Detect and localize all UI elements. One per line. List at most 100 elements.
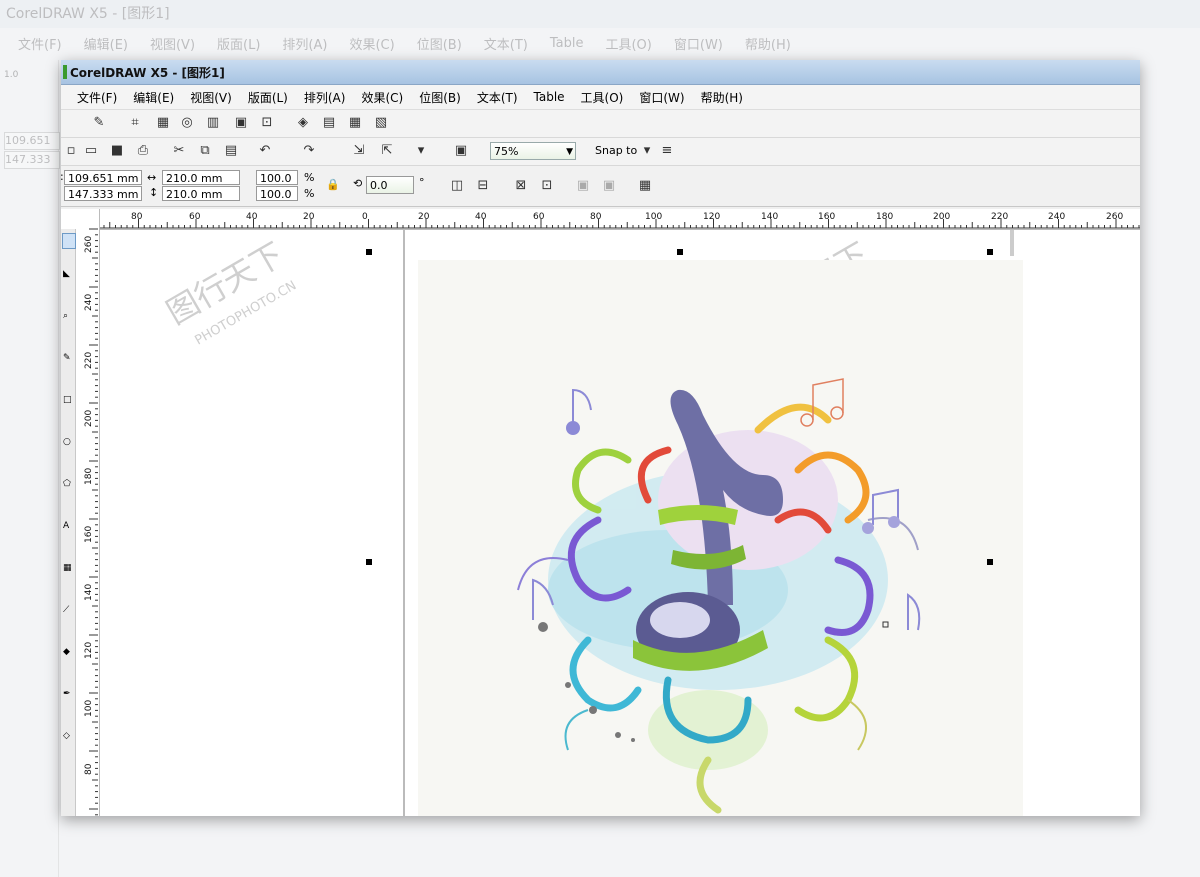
shapes-icon[interactable]: ◎ <box>179 115 195 131</box>
ruler-v-label: 120 <box>84 642 94 659</box>
barcode-alt-icon[interactable]: ▧ <box>373 115 389 131</box>
bg-menu-effects: 效果(C) <box>349 37 395 53</box>
barcode-icon[interactable]: ▦ <box>347 115 363 131</box>
menu-table[interactable]: Table <box>534 90 565 104</box>
photo-icon[interactable]: ▣ <box>233 115 249 131</box>
bg-left-panel: 1.0 109.651 147.333 <box>0 60 60 877</box>
rectangle-tool-icon[interactable]: □ <box>63 395 72 405</box>
selection-handle[interactable] <box>677 249 683 255</box>
x-position-field[interactable]: 109.651 mm <box>64 170 142 185</box>
grid-icon[interactable]: ▤ <box>321 115 337 131</box>
crop-icon[interactable]: ⌗ <box>127 115 143 131</box>
launcher-icon[interactable]: ▾ <box>413 143 429 159</box>
menu-text[interactable]: 文本(T) <box>477 89 518 106</box>
ruler-h-label: 20 <box>418 212 430 222</box>
ruler-h-label: 20 <box>303 212 315 222</box>
window-title: CorelDRAW X5 - [图形1] <box>70 65 225 80</box>
eyedropper-tool-icon[interactable]: ✒ <box>63 689 71 699</box>
node-icon[interactable]: ◈ <box>295 115 311 131</box>
ruler-v-label: 140 <box>84 584 94 601</box>
options-icon[interactable]: ≡ <box>659 143 675 159</box>
menu-help[interactable]: 帮助(H) <box>701 89 743 106</box>
open-folder-icon[interactable]: ▭ <box>83 143 99 159</box>
menu-bitmaps[interactable]: 位图(B) <box>419 89 461 106</box>
degree-label: ° <box>419 176 425 189</box>
rotation-field[interactable]: 0.0 <box>366 176 414 194</box>
scale-x-field[interactable]: 100.0 <box>256 170 298 185</box>
width-field[interactable]: 210.0 mm <box>162 170 240 185</box>
text-tool-icon[interactable]: A <box>63 521 69 531</box>
menu-tools[interactable]: 工具(O) <box>581 89 624 106</box>
zoom-tool-icon[interactable]: ⌕ <box>63 311 68 321</box>
outline-tool-icon[interactable]: ◇ <box>63 731 70 741</box>
menu-bar: 文件(F) 编辑(E) 视图(V) 版面(L) 排列(A) 效果(C) 位图(B… <box>61 85 1140 110</box>
redo-icon[interactable]: ↷ <box>301 143 317 159</box>
menu-edit[interactable]: 编辑(E) <box>133 89 174 106</box>
menu-layout[interactable]: 版面(L) <box>248 89 288 106</box>
align-icon[interactable]: ▦ <box>637 178 653 194</box>
ruler-v-label: 260 <box>84 236 94 253</box>
table-tool-icon[interactable]: ▦ <box>63 563 72 573</box>
snap-dropdown-icon[interactable]: ▾ <box>639 143 655 159</box>
save-icon[interactable]: ■ <box>109 143 125 159</box>
drawing-canvas[interactable]: 图行天下 PHOTOPHOTO.CN 图行天下 PHOTOPHOTO.CN <box>100 230 1140 816</box>
y-position-field[interactable]: 147.333 mm <box>64 186 142 201</box>
menu-arrange[interactable]: 排列(A) <box>304 89 346 106</box>
toolbox: ◣ ⌕ ✎ □ ○ ⬠ A ▦ ⟋ ◆ ✒ ◇ <box>61 229 76 816</box>
menu-window[interactable]: 窗口(W) <box>639 89 684 106</box>
cut-icon[interactable]: ✂ <box>171 143 187 159</box>
freehand-tool-icon[interactable]: ✎ <box>63 353 71 363</box>
mirror-vertical-icon[interactable]: ⊟ <box>475 178 491 194</box>
numbering-icon[interactable]: ▦ <box>155 115 171 131</box>
copy-icon[interactable]: ⧉ <box>197 143 213 159</box>
ruler-h-label: 60 <box>533 212 545 222</box>
polygon-tool-icon[interactable]: ⬠ <box>63 479 71 489</box>
import-icon[interactable]: ⇲ <box>351 143 367 159</box>
welcome-icon[interactable]: ▣ <box>453 143 469 159</box>
menu-view[interactable]: 视图(V) <box>190 89 232 106</box>
bg-version-tag: 1.0 <box>4 70 19 80</box>
snap-to-button[interactable]: Snap to <box>595 144 637 157</box>
bg-menu-bitmaps: 位图(B) <box>416 37 462 53</box>
height-field[interactable]: 210.0 mm <box>162 186 240 201</box>
selection-handle[interactable] <box>987 249 993 255</box>
ruler-h-label: 120 <box>703 212 720 222</box>
break-apart-icon[interactable]: ▣ <box>601 178 617 194</box>
bg-menu-tools: 工具(O) <box>605 37 652 53</box>
shape-tool-icon[interactable]: ◣ <box>63 269 70 279</box>
dimension-tool-icon[interactable]: ⟋ <box>63 605 69 615</box>
paste-icon[interactable]: ▤ <box>223 143 239 159</box>
property-bar: : 109.651 mm 147.333 mm ↔ ↕ 210.0 mm 210… <box>61 166 1140 207</box>
app-icon <box>63 65 67 79</box>
pick-tool-icon[interactable] <box>62 233 76 249</box>
to-front-icon[interactable]: ⊡ <box>539 178 555 194</box>
export-icon[interactable]: ⇱ <box>379 143 395 159</box>
scale-y-field[interactable]: 100.0 <box>256 186 298 201</box>
wrench-icon[interactable]: ✎ <box>91 115 107 131</box>
ruler-h-label: 40 <box>246 212 258 222</box>
ruler-h-label: 220 <box>991 212 1008 222</box>
music-note-artwork[interactable] <box>418 260 1023 816</box>
selection-handle[interactable] <box>366 559 372 565</box>
selection-handle[interactable] <box>987 559 993 565</box>
selection-handle[interactable] <box>366 249 372 255</box>
undo-icon[interactable]: ↶ <box>257 143 273 159</box>
print-icon[interactable]: ⎙ <box>135 143 151 159</box>
ruler-v-label: 240 <box>84 294 94 311</box>
zoom-value: 75% <box>494 145 519 158</box>
menu-effects[interactable]: 效果(C) <box>361 89 403 106</box>
lock-ratio-icon[interactable]: 🔒 <box>326 178 340 191</box>
zoom-select[interactable]: 75% ▼ <box>490 142 576 160</box>
ruler-v-label: 100 <box>84 700 94 717</box>
chart-icon[interactable]: ▥ <box>205 115 221 131</box>
ellipse-tool-icon[interactable]: ○ <box>63 437 71 447</box>
wrap-text-icon[interactable]: ⊠ <box>513 178 529 194</box>
mirror-horizontal-icon[interactable]: ◫ <box>449 178 465 194</box>
menu-file[interactable]: 文件(F) <box>77 89 117 106</box>
combine-icon[interactable]: ▣ <box>575 178 591 194</box>
bg-menubar: 文件(F) 编辑(E) 视图(V) 版面(L) 排列(A) 效果(C) 位图(B… <box>0 28 1200 58</box>
fill-tool-icon[interactable]: ◆ <box>63 647 70 657</box>
chevron-down-icon: ▼ <box>566 147 573 157</box>
new-icon[interactable]: ▫ <box>63 143 79 159</box>
zoom-page-icon[interactable]: ⊡ <box>259 115 275 131</box>
